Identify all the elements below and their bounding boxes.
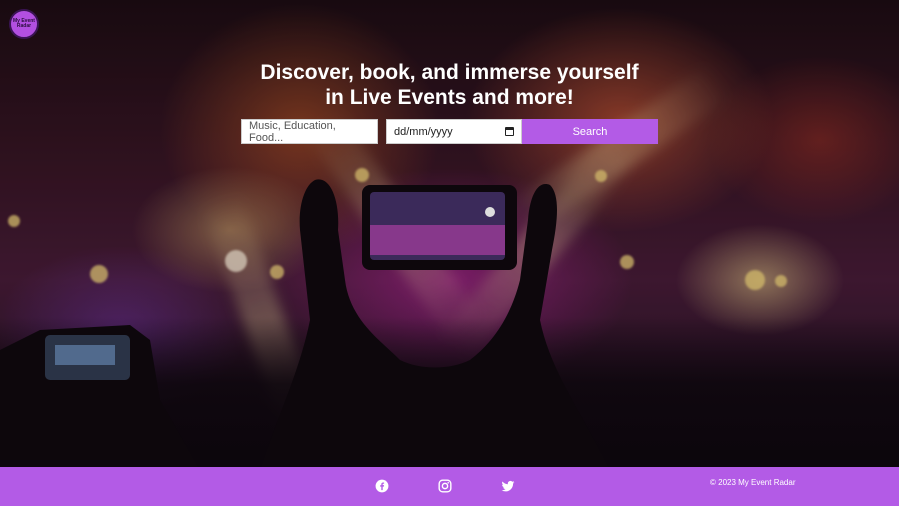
hands-phone-silhouette <box>261 179 609 467</box>
footer: © 2023 My Event Radar <box>0 467 899 506</box>
search-button[interactable]: Search <box>522 119 658 144</box>
brand-logo[interactable]: My Event Radar <box>9 9 39 39</box>
hero-headline: Discover, book, and immerse yourself in … <box>0 60 899 110</box>
facebook-icon[interactable] <box>375 479 389 493</box>
keyword-search-input[interactable]: Music, Education, Food... <box>241 119 378 144</box>
copyright-text: © 2023 My Event Radar <box>710 478 796 487</box>
hero-headline-text: Discover, book, and immerse yourself in … <box>260 61 639 109</box>
calendar-icon[interactable] <box>505 127 514 136</box>
date-value: dd/mm/yyyy <box>394 125 453 138</box>
instagram-icon[interactable] <box>438 479 452 493</box>
left-phone-silhouette <box>0 325 199 467</box>
date-input[interactable]: dd/mm/yyyy <box>386 119 522 144</box>
keyword-placeholder: Music, Education, Food... <box>249 119 336 144</box>
logo-text: My Event Radar <box>13 18 35 29</box>
twitter-icon[interactable] <box>501 479 515 493</box>
search-bar: Music, Education, Food... dd/mm/yyyy Sea… <box>241 119 658 144</box>
